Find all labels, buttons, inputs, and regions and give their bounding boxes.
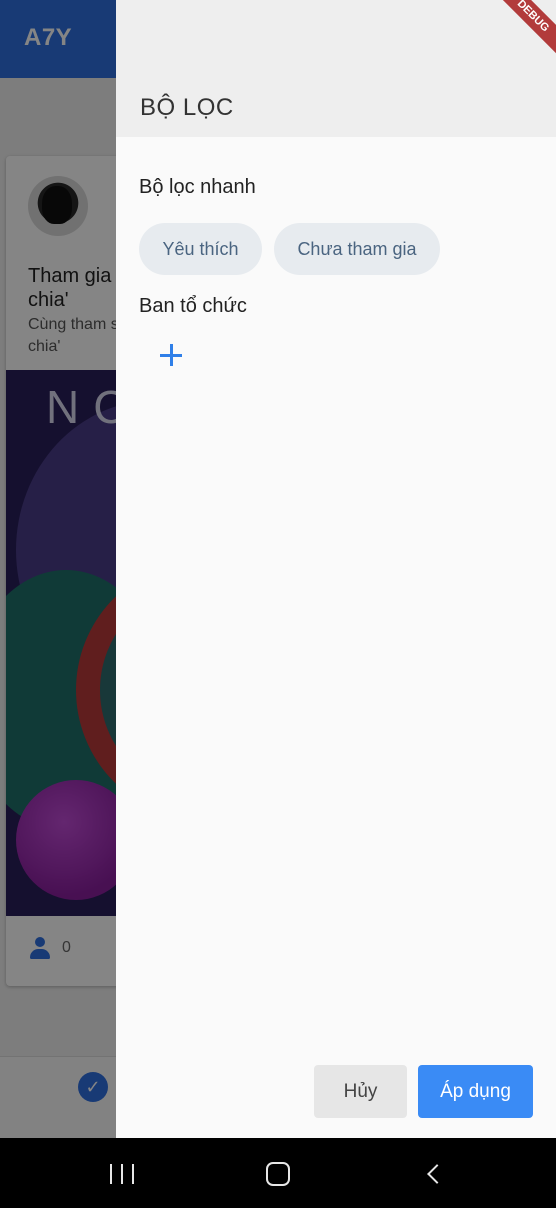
organizer-label: Ban tổ chức: [139, 295, 247, 317]
filter-drawer: BỘ LỌC Bộ lọc nhanh Yêu thích Chưa tham …: [116, 0, 556, 1138]
chip-not-joined[interactable]: Chưa tham gia: [274, 223, 440, 275]
add-organizer-plus-icon[interactable]: [160, 342, 186, 368]
system-nav-bar: [0, 1138, 556, 1208]
recents-icon[interactable]: [110, 1164, 134, 1184]
home-icon[interactable]: [266, 1162, 290, 1186]
drawer-title: BỘ LỌC: [140, 94, 234, 121]
back-icon[interactable]: [427, 1164, 447, 1184]
quick-filter-label: Bộ lọc nhanh: [139, 176, 256, 198]
apply-button[interactable]: Áp dụng: [418, 1065, 533, 1118]
chip-favorite[interactable]: Yêu thích: [139, 223, 262, 275]
cancel-button[interactable]: Hủy: [314, 1065, 407, 1118]
drawer-header: BỘ LỌC: [116, 0, 556, 137]
